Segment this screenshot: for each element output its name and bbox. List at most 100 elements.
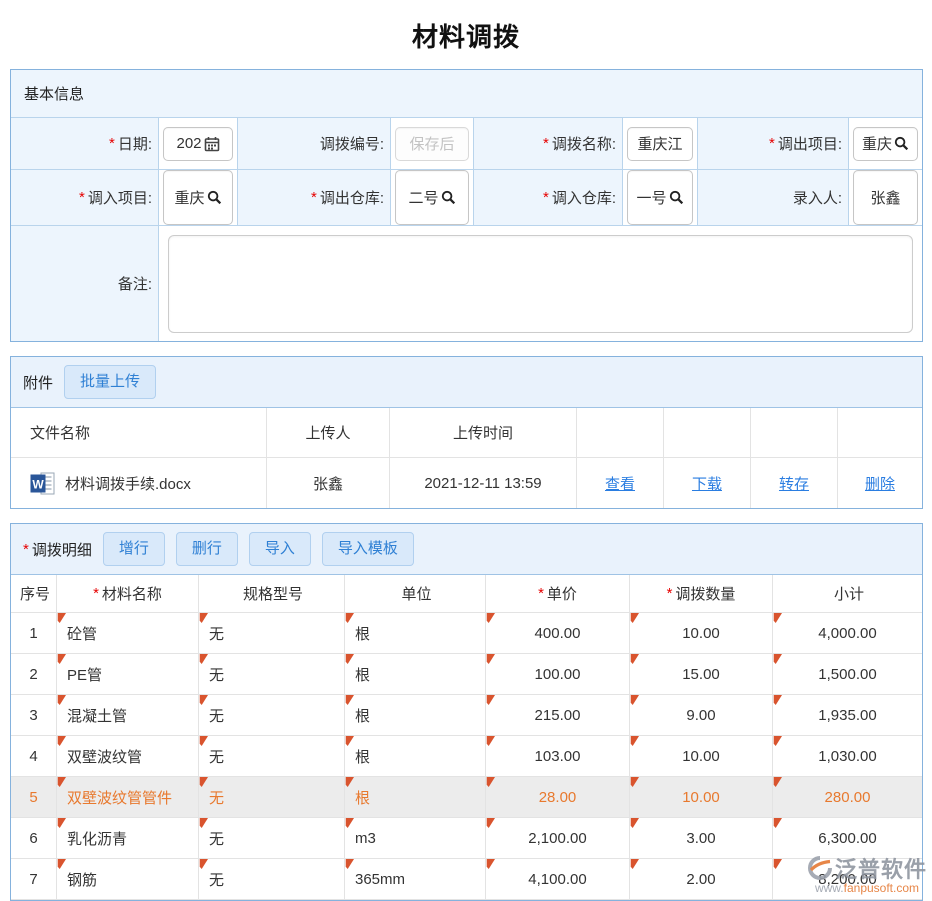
cell-seq: 5 — [11, 777, 56, 818]
add-row-button[interactable]: 增行 — [103, 532, 165, 566]
col-price: *单价 — [485, 575, 629, 613]
cell-spec[interactable]: 无 — [198, 777, 344, 818]
edit-marker — [486, 818, 495, 828]
cell-unit[interactable]: 根 — [344, 695, 485, 736]
edit-marker — [199, 695, 208, 705]
edit-marker — [199, 654, 208, 664]
in-warehouse-input[interactable]: 一号 — [627, 170, 693, 225]
cell-spec[interactable]: 无 — [198, 736, 344, 777]
delete-row-button[interactable]: 删行 — [176, 532, 238, 566]
cell-material-name[interactable]: 双壁波纹管 — [56, 736, 198, 777]
attachments-section: 附件 批量上传 文件名称 上传人 上传时间 W 材料调拨手续.docx 张鑫 2… — [10, 356, 923, 509]
search-icon[interactable] — [207, 190, 222, 205]
cell-price[interactable]: 215.00 — [485, 695, 629, 736]
table-row: 2 PE管 无 根 100.00 15.00 1,500.00 — [11, 654, 922, 695]
import-button[interactable]: 导入 — [249, 532, 311, 566]
out-project-input[interactable]: 重庆 — [853, 127, 918, 161]
search-icon[interactable] — [441, 190, 456, 205]
details-title: *调拨明细 — [23, 539, 92, 560]
in-project-input[interactable]: 重庆 — [163, 170, 233, 225]
cell-qty[interactable]: 9.00 — [629, 695, 772, 736]
transfer-no-input: 保存后 — [395, 127, 469, 161]
cell-subtotal[interactable]: 4,000.00 — [772, 613, 922, 654]
cell-qty[interactable]: 15.00 — [629, 654, 772, 695]
cell-material-name[interactable]: 乳化沥青 — [56, 818, 198, 859]
cell-qty[interactable]: 3.00 — [629, 818, 772, 859]
cell-subtotal[interactable]: 1,030.00 — [772, 736, 922, 777]
svg-text:W: W — [32, 477, 44, 491]
cell-material-name[interactable]: 混凝土管 — [56, 695, 198, 736]
edit-marker — [57, 777, 66, 787]
cell-spec[interactable]: 无 — [198, 654, 344, 695]
edit-marker — [773, 818, 782, 828]
cell-unit[interactable]: 根 — [344, 736, 485, 777]
out-warehouse-input[interactable]: 二号 — [395, 170, 469, 225]
cell-price[interactable]: 400.00 — [485, 613, 629, 654]
date-label: *日期: — [11, 117, 158, 169]
cell-spec[interactable]: 无 — [198, 613, 344, 654]
cell-subtotal[interactable]: 280.00 — [772, 777, 922, 818]
date-input[interactable]: 202 — [163, 127, 233, 161]
batch-upload-button[interactable]: 批量上传 — [64, 365, 156, 399]
cell-spec[interactable]: 无 — [198, 818, 344, 859]
attachment-row: W 材料调拨手续.docx — [11, 458, 266, 508]
remark-textarea[interactable] — [168, 235, 913, 333]
cell-qty[interactable]: 2.00 — [629, 859, 772, 900]
table-row: 7 钢筋 无 365mm 4,100.00 2.00 8,200.00 — [11, 859, 922, 900]
cell-unit[interactable]: 根 — [344, 613, 485, 654]
transfer-name-input[interactable]: 重庆江 — [627, 127, 693, 161]
cell-spec[interactable]: 无 — [198, 859, 344, 900]
transfer-save-link[interactable]: 转存 — [779, 473, 809, 494]
cell-unit[interactable]: 根 — [344, 777, 485, 818]
edit-marker — [486, 736, 495, 746]
cell-material-name[interactable]: PE管 — [56, 654, 198, 695]
attachment-uploader: 张鑫 — [266, 458, 389, 508]
edit-marker — [57, 695, 66, 705]
cell-price[interactable]: 103.00 — [485, 736, 629, 777]
cell-seq: 4 — [11, 736, 56, 777]
cell-subtotal[interactable]: 8,200.00 — [772, 859, 922, 900]
search-icon[interactable] — [669, 190, 684, 205]
attachment-file-name: 材料调拨手续.docx — [65, 473, 191, 494]
delete-link[interactable]: 删除 — [865, 473, 895, 494]
view-link[interactable]: 查看 — [605, 473, 635, 494]
edit-marker — [486, 859, 495, 869]
cell-material-name[interactable]: 双壁波纹管管件 — [56, 777, 198, 818]
edit-marker — [630, 654, 639, 664]
download-link[interactable]: 下载 — [692, 473, 722, 494]
recorder-input[interactable]: 张鑫 — [853, 170, 918, 225]
cell-qty[interactable]: 10.00 — [629, 736, 772, 777]
edit-marker — [57, 818, 66, 828]
edit-marker — [773, 736, 782, 746]
edit-marker — [773, 654, 782, 664]
cell-price[interactable]: 28.00 — [485, 777, 629, 818]
cell-material-name[interactable]: 钢筋 — [56, 859, 198, 900]
cell-subtotal[interactable]: 1,500.00 — [772, 654, 922, 695]
cell-unit[interactable]: m3 — [344, 818, 485, 859]
recorder-label: 录入人: — [697, 169, 848, 225]
cell-material-name[interactable]: 砼管 — [56, 613, 198, 654]
remark-label: 备注: — [11, 225, 158, 341]
edit-marker — [57, 859, 66, 869]
cell-price[interactable]: 2,100.00 — [485, 818, 629, 859]
edit-marker — [630, 859, 639, 869]
cell-price[interactable]: 100.00 — [485, 654, 629, 695]
edit-marker — [486, 777, 495, 787]
attachments-title: 附件 — [23, 372, 53, 393]
cell-spec[interactable]: 无 — [198, 695, 344, 736]
cell-unit[interactable]: 根 — [344, 654, 485, 695]
cell-qty[interactable]: 10.00 — [629, 777, 772, 818]
col-subtotal: 小计 — [772, 575, 922, 613]
edit-marker — [199, 613, 208, 623]
search-icon[interactable] — [894, 136, 909, 151]
cell-price[interactable]: 4,100.00 — [485, 859, 629, 900]
cell-unit[interactable]: 365mm — [344, 859, 485, 900]
import-template-button[interactable]: 导入模板 — [322, 532, 414, 566]
cell-subtotal[interactable]: 1,935.00 — [772, 695, 922, 736]
calendar-icon[interactable] — [204, 136, 220, 152]
edit-marker — [345, 613, 354, 623]
transfer-name-label: *调拨名称: — [473, 117, 622, 169]
cell-subtotal[interactable]: 6,300.00 — [772, 818, 922, 859]
basic-info-grid: *日期: 202 调拨编号: 保存后 *调拨名称: 重庆江 *调出项目: 重庆 … — [11, 117, 922, 341]
cell-qty[interactable]: 10.00 — [629, 613, 772, 654]
